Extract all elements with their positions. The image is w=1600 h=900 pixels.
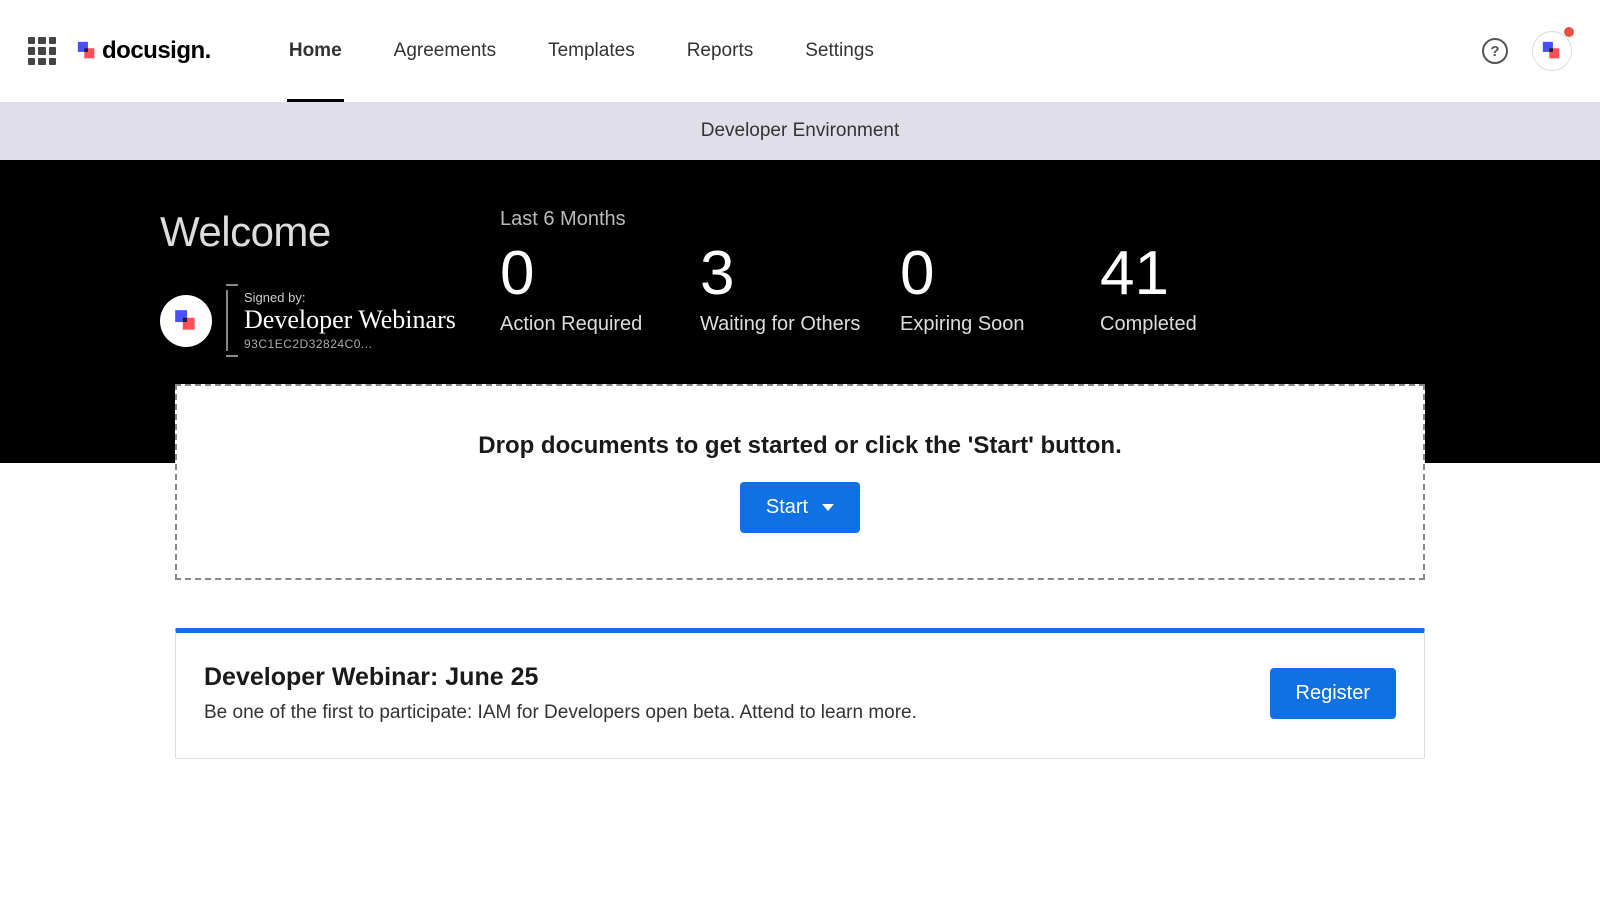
notification-dot-icon	[1564, 27, 1574, 37]
chevron-down-icon	[822, 504, 834, 511]
start-button[interactable]: Start	[740, 482, 860, 533]
stats-column: Last 6 Months 0 Action Required 3 Waitin…	[490, 208, 1450, 351]
logo-mark-icon	[76, 40, 98, 62]
signature-name: Developer Webinars	[244, 307, 456, 333]
welcome-title: Welcome	[160, 208, 490, 256]
promo-title: Developer Webinar: June 25	[204, 663, 917, 692]
signature-avatar	[160, 295, 212, 347]
avatar-logo-icon	[1541, 40, 1563, 62]
register-button[interactable]: Register	[1270, 668, 1396, 719]
nav-settings[interactable]: Settings	[779, 0, 900, 102]
stat-value: 3	[690, 243, 890, 305]
primary-nav: Home Agreements Templates Reports Settin…	[263, 0, 900, 102]
stat-value: 41	[1090, 243, 1290, 305]
welcome-column: Welcome Signed by: Developer Webinars 93…	[150, 208, 490, 351]
promo-body: Be one of the first to participate: IAM …	[204, 702, 917, 724]
topbar-right: ?	[1482, 31, 1572, 71]
brand-name: docusign	[102, 37, 211, 65]
stat-expiring-soon[interactable]: 0 Expiring Soon	[890, 243, 1090, 336]
environment-banner: Developer Environment	[0, 102, 1600, 160]
apps-grid-icon[interactable]	[28, 37, 56, 65]
document-dropzone[interactable]: Drop documents to get started or click t…	[175, 384, 1425, 580]
nav-agreements[interactable]: Agreements	[368, 0, 522, 102]
stat-label: Expiring Soon	[890, 313, 1090, 336]
stat-action-required[interactable]: 0 Action Required	[490, 243, 690, 336]
stat-completed[interactable]: 41 Completed	[1090, 243, 1290, 336]
top-bar: docusign Home Agreements Templates Repor…	[0, 0, 1600, 102]
stat-label: Action Required	[490, 313, 690, 336]
nav-home[interactable]: Home	[263, 0, 368, 102]
nav-reports[interactable]: Reports	[661, 0, 780, 102]
nav-templates[interactable]: Templates	[522, 0, 661, 102]
stat-value: 0	[490, 243, 690, 305]
promo-card: Developer Webinar: June 25 Be one of the…	[175, 628, 1425, 759]
stat-waiting-for-others[interactable]: 3 Waiting for Others	[690, 243, 890, 336]
dropzone-text: Drop documents to get started or click t…	[478, 432, 1121, 460]
stat-label: Completed	[1090, 313, 1290, 336]
stats-period: Last 6 Months	[490, 208, 1450, 231]
brand-logo[interactable]: docusign	[76, 37, 211, 65]
profile-avatar[interactable]	[1532, 31, 1572, 71]
help-icon[interactable]: ?	[1482, 38, 1508, 64]
signature-hash: 93C1EC2D32824C0...	[244, 337, 456, 351]
start-button-label: Start	[766, 496, 808, 519]
stat-label: Waiting for Others	[690, 313, 890, 336]
signature-block[interactable]: Signed by: Developer Webinars 93C1EC2D32…	[160, 290, 490, 351]
stat-value: 0	[890, 243, 1090, 305]
signed-by-label: Signed by:	[244, 290, 456, 305]
